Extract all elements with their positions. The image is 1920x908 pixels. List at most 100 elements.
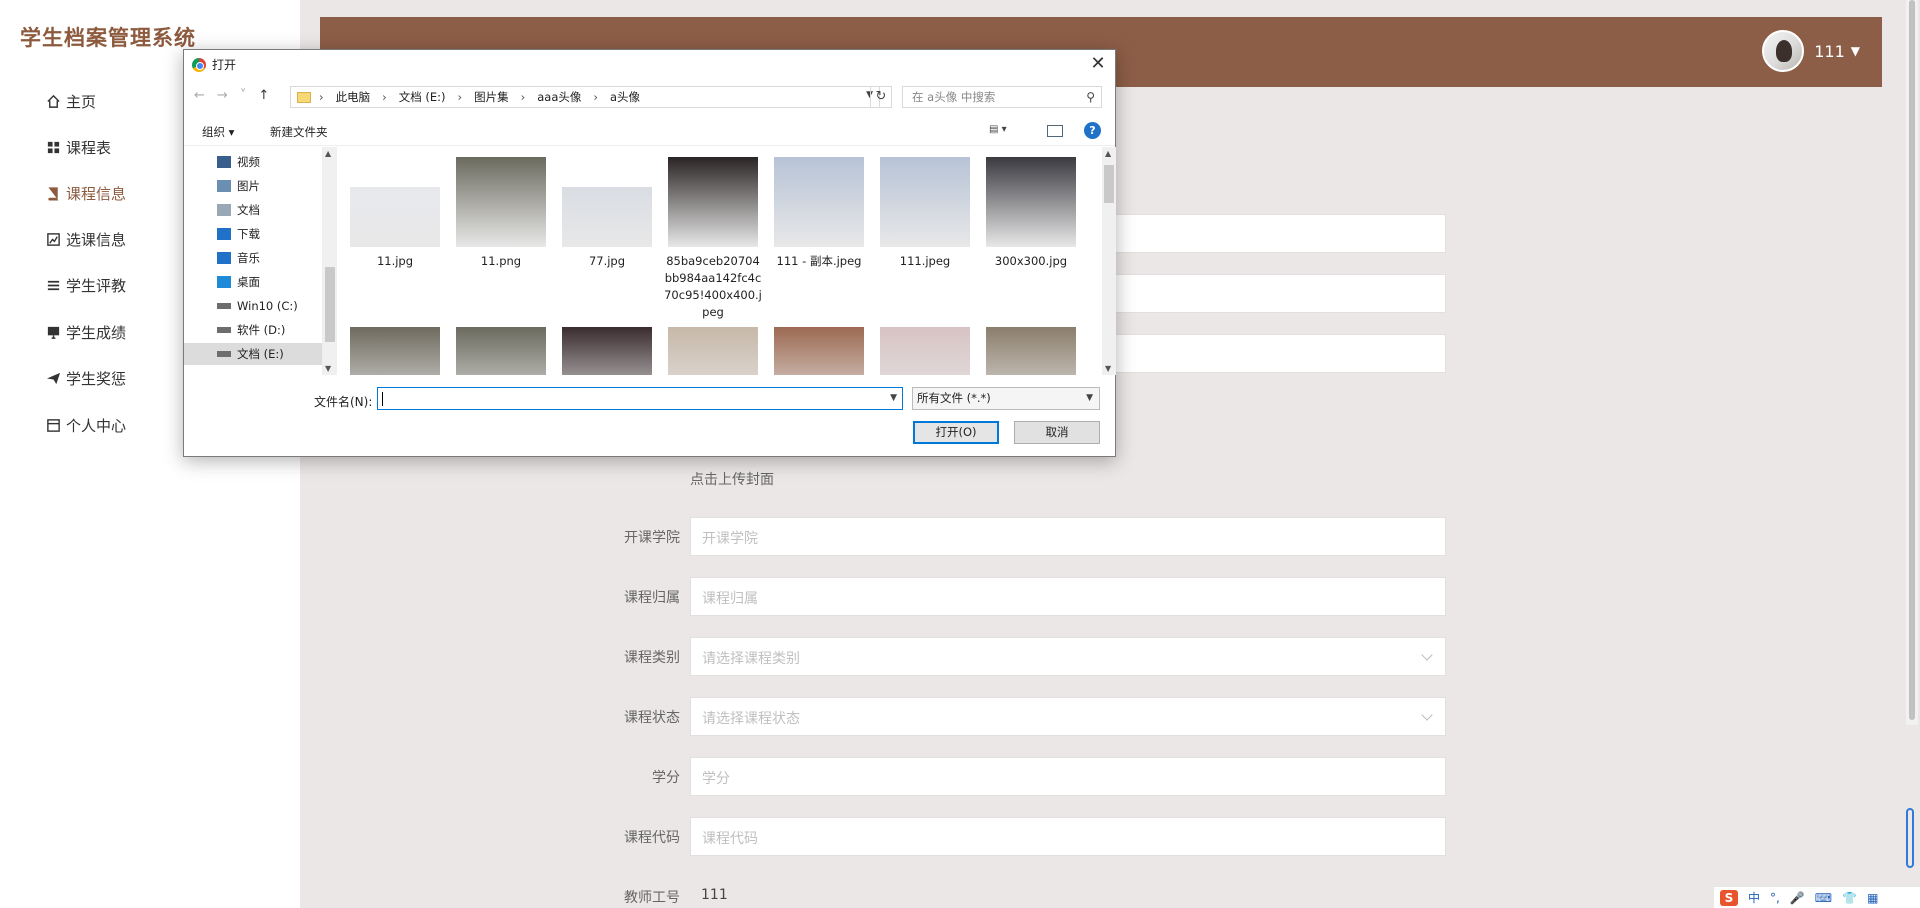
language-indicator[interactable]: 中 <box>1748 889 1760 906</box>
chevron-down-icon[interactable]: ▼ <box>890 393 897 403</box>
breadcrumb-item[interactable]: 此电脑 <box>336 89 371 105</box>
tree-item[interactable]: 音乐 <box>184 247 322 269</box>
preview-pane-icon[interactable] <box>1047 125 1063 137</box>
form-select[interactable]: 请选择课程状态 <box>690 697 1446 736</box>
book-icon <box>44 184 62 202</box>
file-item[interactable]: 85ba9ceb20704bb984aa142fc4c70c95!400x400… <box>663 157 763 321</box>
sidebar-item-1[interactable]: 课程表 <box>44 132 111 162</box>
up-arrow-icon[interactable]: ↑ <box>258 88 269 103</box>
send-icon <box>44 369 62 387</box>
chevron-down-icon[interactable] <box>1421 709 1433 721</box>
tree-scrollbar[interactable]: ▲ ▼ <box>323 147 337 375</box>
scroll-up-icon[interactable]: ▲ <box>1105 149 1111 158</box>
scroll-down-icon[interactable]: ▼ <box>1105 364 1111 373</box>
file-item[interactable]: 300x300.jpg <box>981 157 1081 270</box>
tree-item[interactable]: 软件 (D:) <box>184 319 322 341</box>
cancel-button[interactable]: 取消 <box>1014 421 1100 444</box>
scroll-up-icon[interactable]: ▲ <box>325 149 331 158</box>
tree-item[interactable]: 文档 (E:) <box>184 343 322 365</box>
chevron-down-icon[interactable]: ▼ <box>1086 388 1093 409</box>
chevron-right-icon[interactable]: › <box>458 90 463 104</box>
tree-item[interactable]: 文档 <box>184 199 322 221</box>
file-item[interactable]: 111.jpeg <box>875 157 975 270</box>
tray-item[interactable]: 👕 <box>1842 891 1857 905</box>
tree-item-label: 文档 <box>237 203 260 217</box>
avatar[interactable] <box>1762 30 1805 72</box>
open-button[interactable]: 打开(O) <box>913 421 999 444</box>
search-icon[interactable]: ⚲ <box>1086 87 1095 107</box>
tray-item[interactable]: 🎤 <box>1790 891 1805 905</box>
files-scrollbar-thumb[interactable] <box>1104 165 1114 203</box>
help-icon[interactable]: ? <box>1084 122 1101 139</box>
scroll-down-icon[interactable]: ▼ <box>325 364 331 373</box>
file-item[interactable]: 111 - 副本.jpeg <box>769 157 869 270</box>
organize-button[interactable]: 组织 ▾ <box>202 124 234 140</box>
forward-arrow-icon[interactable]: → <box>217 88 228 103</box>
file-item[interactable] <box>557 327 657 375</box>
file-item[interactable] <box>663 327 763 375</box>
form-input[interactable]: 课程归属 <box>690 577 1446 616</box>
breadcrumb-item[interactable]: 文档 (E:) <box>399 89 446 105</box>
side-widget[interactable] <box>1906 808 1914 868</box>
sidebar-item-6[interactable]: 学生奖惩 <box>44 363 126 393</box>
page-scrollbar-thumb[interactable] <box>1909 0 1915 720</box>
sidebar-item-0[interactable]: 主页 <box>44 86 96 116</box>
files-scrollbar[interactable]: ▲ ▼ <box>1102 147 1116 375</box>
file-item[interactable] <box>769 327 869 375</box>
form-input[interactable]: 课程代码 <box>690 817 1446 856</box>
file-type-select[interactable]: 所有文件 (*.*) ▼ <box>912 387 1100 410</box>
tray-item[interactable]: ▦ <box>1867 891 1878 905</box>
sogou-ime-icon[interactable]: S <box>1720 889 1738 906</box>
username[interactable]: 111 <box>1814 42 1845 61</box>
sidebar-item-4[interactable]: 学生评教 <box>44 270 126 300</box>
file-item[interactable] <box>875 327 975 375</box>
breadcrumb-item[interactable]: 图片集 <box>474 89 509 105</box>
sidebar-item-3[interactable]: 选课信息 <box>44 224 126 254</box>
breadcrumb-item[interactable]: aaa头像 <box>537 89 581 105</box>
tree-item[interactable]: 图片 <box>184 175 322 197</box>
sidebar-item-5[interactable]: 学生成绩 <box>44 317 126 347</box>
file-thumbnail <box>456 157 546 247</box>
tree-scrollbar-thumb[interactable] <box>325 267 335 342</box>
file-item[interactable]: 11.jpg <box>345 157 445 270</box>
grid-icon <box>44 138 62 156</box>
refresh-icon[interactable]: ↻ <box>870 86 892 108</box>
search-input[interactable]: 在 a头像 中搜索 ⚲ <box>902 86 1102 108</box>
filename-input[interactable]: ▼ <box>377 387 903 410</box>
chevron-down-icon[interactable] <box>1421 649 1433 661</box>
file-type-value: 所有文件 (*.*) <box>917 391 991 405</box>
new-folder-button[interactable]: 新建文件夹 <box>270 124 328 140</box>
page-scrollbar[interactable] <box>1906 0 1918 725</box>
form-select[interactable]: 请选择课程类别 <box>690 637 1446 676</box>
user-menu[interactable]: 111 ▼ <box>1762 30 1860 72</box>
file-item[interactable]: 77.jpg <box>557 157 657 270</box>
file-item[interactable] <box>451 327 551 375</box>
search-placeholder: 在 a头像 中搜索 <box>912 90 996 104</box>
tree-item[interactable]: Win10 (C:) <box>184 295 322 317</box>
sidebar-item-7[interactable]: 个人中心 <box>44 410 126 440</box>
tree-item[interactable]: 视频 <box>184 151 322 173</box>
file-item[interactable] <box>981 327 1081 375</box>
chevron-right-icon[interactable]: › <box>319 90 324 104</box>
recent-dropdown-icon[interactable]: ˅ <box>240 88 247 103</box>
breadcrumb-item[interactable]: a头像 <box>610 89 640 105</box>
caret-down-icon[interactable]: ▼ <box>1851 44 1860 58</box>
address-bar[interactable]: › 此电脑 › 文档 (E:) › 图片集 › aaa头像 › a头像 ▼ <box>290 86 880 108</box>
chevron-right-icon[interactable]: › <box>593 90 598 104</box>
sidebar-item-2[interactable]: 课程信息 <box>44 178 126 208</box>
form-input[interactable]: 开课学院 <box>690 517 1446 556</box>
tray-item[interactable]: °, <box>1770 891 1780 905</box>
close-icon[interactable]: ✕ <box>1087 53 1109 75</box>
tray-item[interactable]: ⌨ <box>1815 891 1832 905</box>
chevron-right-icon[interactable]: › <box>382 90 387 104</box>
back-arrow-icon[interactable]: ← <box>194 88 205 103</box>
file-item[interactable] <box>345 327 445 375</box>
view-options-icon[interactable]: ▤ ▾ <box>989 124 1023 138</box>
tree-item[interactable]: 桌面 <box>184 271 322 293</box>
file-grid: 11.jpg 11.png 77.jpg 85ba9ceb20704bb984aa14… <box>339 147 1082 375</box>
form-input[interactable]: 学分 <box>690 757 1446 796</box>
upload-cover-link[interactable]: 点击上传封面 <box>690 469 774 489</box>
chevron-right-icon[interactable]: › <box>521 90 526 104</box>
file-item[interactable]: 11.png <box>451 157 551 270</box>
tree-item[interactable]: 下载 <box>184 223 322 245</box>
